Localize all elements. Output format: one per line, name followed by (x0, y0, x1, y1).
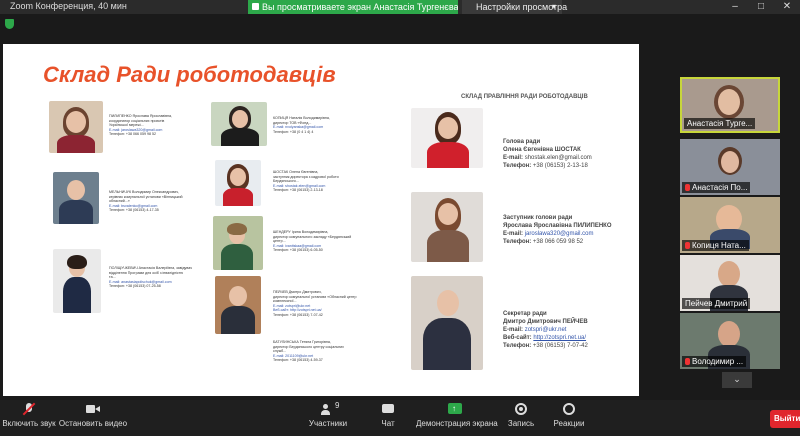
view-options-button[interactable]: Настройки просмотра ▾ (462, 0, 567, 14)
app-title: Zoom Конференция, 40 мин (10, 1, 127, 11)
participant-tile[interactable]: Копиця Ната... (680, 197, 780, 253)
board-info-chair: Голова ради Олена Євгенівна ШОСТАК E-mai… (503, 139, 592, 169)
bio-mid-4: ПЕЙЧЕВ Дмитро Дмитрович, директор комунал… (273, 290, 357, 317)
bio-left-3: ПОЛІЩУЧКЕВИЧ Анастасія Валеріївна, завід… (109, 266, 193, 289)
bio-mid-5: БАТУЛИНСЬКА Тетяна Григорівна, директор Б… (273, 340, 344, 363)
leave-meeting-button[interactable]: Выйти (770, 410, 800, 428)
mic-muted-icon (685, 184, 690, 191)
participant-name: Копиця Ната... (682, 240, 749, 251)
photo-board-3 (411, 276, 483, 370)
photo-mid-2 (215, 160, 261, 206)
photo-left-1 (49, 101, 103, 153)
meeting-toolbar: Включить звук Остановить видео 9 Участни… (0, 400, 800, 436)
participant-tile[interactable]: Пейчев Дмитрий (680, 255, 780, 311)
photo-left-3 (53, 249, 101, 313)
smiley-icon (562, 403, 576, 416)
photo-mid-4 (215, 276, 261, 334)
mic-muted-icon (685, 242, 690, 249)
reactions-button[interactable]: Реакции (552, 403, 586, 428)
share-banner: Вы просматриваете экран Анастасія Турген… (248, 0, 458, 14)
minimize-button[interactable]: – (722, 0, 748, 14)
window-controls: – □ ✕ (722, 0, 800, 14)
board-info-deputy: Заступник голови ради Ярослава Ярославів… (503, 215, 612, 245)
share-banner-text: Вы просматриваете экран Анастасія Турген… (262, 2, 458, 12)
photo-mid-3 (213, 216, 263, 270)
stop-video-button[interactable]: Остановить видео (58, 403, 128, 428)
participant-name: Анастасія Турге... (684, 118, 756, 129)
title-bar: Zoom Конференция, 40 мин Вы просматривае… (0, 0, 800, 14)
photo-board-2 (411, 192, 483, 262)
bio-left-2: МЕЛЬНИЧУК Володимир Олександрович, керівн… (109, 190, 183, 213)
chat-bubble-icon (381, 403, 395, 416)
bio-mid-1: КОПИЦЯ Наталія Володимирівна, директор ТО… (273, 116, 330, 134)
participant-name: Пейчев Дмитрий (682, 298, 751, 309)
board-title: СКЛАД ПРАВЛІННЯ РАДИ РОБОТОДАВЦІВ (461, 94, 588, 100)
bio-mid-2: ШОСТАК Олена Євгенівна, заступник директо… (273, 170, 339, 193)
maximize-button[interactable]: □ (748, 0, 774, 14)
shared-screen-slide: Склад Ради роботодавців ПИЛИПЕНКО Яросла… (3, 44, 639, 396)
close-window-button[interactable]: ✕ (774, 0, 800, 14)
photo-left-2 (53, 172, 99, 224)
chat-button[interactable]: Чат (376, 403, 400, 428)
mic-muted-icon (22, 402, 36, 416)
scroll-down-button[interactable]: ⌄ (722, 372, 752, 388)
participants-count: 9 (335, 401, 340, 410)
chevron-down-icon: ⌄ (733, 374, 741, 384)
share-screen-button[interactable]: ↑ Демонстрация экрана (416, 403, 498, 428)
zoom-window: Zoom Конференция, 40 мин Вы просматривае… (0, 0, 800, 436)
participant-name: Володимир ... (682, 356, 747, 367)
record-button[interactable]: Запись (506, 403, 536, 428)
screen-share-icon (252, 3, 259, 10)
bio-mid-3: ШЕНДЕРУ Ірина Володимирівна, директор ком… (273, 230, 352, 253)
participants-icon: 9 (321, 401, 339, 416)
participant-name: Анастасія По... (682, 182, 751, 193)
participant-tile[interactable]: Анастасія По... (680, 139, 780, 195)
share-screen-icon: ↑ (448, 403, 462, 416)
shield-icon[interactable] (5, 19, 14, 29)
photo-board-1 (411, 108, 483, 168)
participant-tile[interactable]: Анастасія Турге... (680, 77, 780, 133)
participant-tile[interactable]: Володимир ... (680, 313, 780, 369)
chevron-down-icon: ▾ (551, 2, 556, 11)
video-camera-icon (86, 403, 100, 416)
board-info-secretary: Секретар ради Дмитро Дмитрович ПЕЙЧЕВ E-… (503, 311, 588, 349)
record-icon (514, 403, 528, 416)
photo-mid-1 (211, 102, 267, 146)
mic-muted-icon (685, 358, 690, 365)
unmute-button[interactable]: Включить звук (2, 402, 56, 428)
slide-title: Склад Ради роботодавців (43, 62, 336, 87)
participants-button[interactable]: 9 Участники (306, 401, 350, 428)
bio-left-1: ПИЛИПЕНКО Ярослава Ярославівна, координат… (109, 114, 172, 137)
